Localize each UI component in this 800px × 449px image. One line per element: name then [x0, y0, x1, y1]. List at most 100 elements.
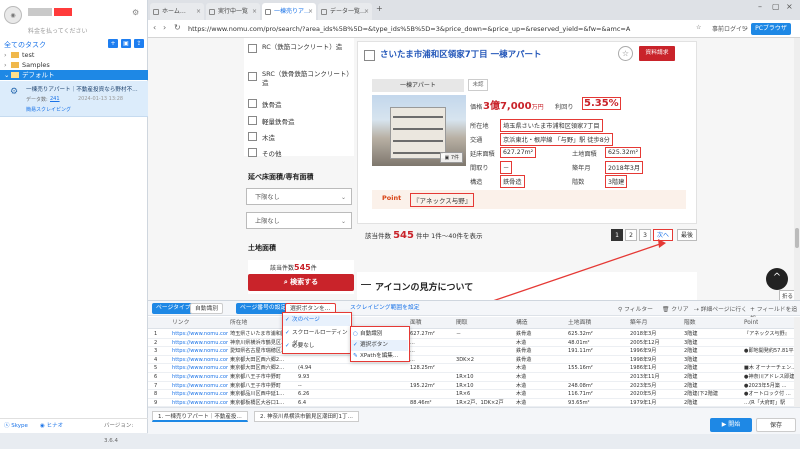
table-cell: 128.25m²: [410, 365, 435, 372]
row-link[interactable]: https://www.nomu.com/...: [172, 330, 228, 339]
row-link[interactable]: https://www.nomu.com/...: [172, 347, 228, 356]
col-header[interactable]: Point: [744, 317, 758, 329]
col-header[interactable]: 築年月: [630, 317, 647, 329]
table-cell: 鉄骨造: [516, 348, 532, 355]
table-cell: 9.93: [298, 374, 310, 380]
col-header[interactable]: リンク: [172, 317, 189, 329]
row-link[interactable]: https://www.nomu.com/...: [172, 373, 228, 382]
username-redacted-highlight: [54, 8, 72, 16]
table-scrollbar[interactable]: [794, 317, 800, 407]
guide-link[interactable]: ◉ ヒナオ: [40, 419, 63, 434]
close-window-icon[interactable]: ×: [786, 2, 793, 11]
tab-label: 実行中一覧: [218, 8, 249, 15]
auto-detect-select[interactable]: 自動識別: [190, 303, 224, 314]
option-label: 選択ボタン: [360, 342, 388, 348]
new-tab-button[interactable]: +: [376, 4, 383, 13]
app-logo-icon: ◉: [4, 6, 22, 24]
dropdown-option-next-page[interactable]: ✓ 次のページ: [283, 315, 350, 326]
pc-browser-button[interactable]: PCブラウザ: [751, 23, 791, 35]
submenu-edit-xpath[interactable]: ✎ XPathを編集…: [351, 351, 408, 362]
add-folder-icon[interactable]: +: [108, 39, 118, 48]
table-cell: ...: [410, 356, 415, 363]
save-button[interactable]: 保存: [756, 418, 796, 432]
minimize-icon[interactable]: –: [758, 2, 762, 11]
gear-icon[interactable]: ⚙: [132, 8, 139, 17]
tab-running[interactable]: 実行中一覧 ×: [206, 3, 260, 20]
bookmark-icon[interactable]: ☆: [696, 24, 701, 31]
task-item[interactable]: ⚙ 一棟売りアパート｜不動産投資なら野村不… データ数: 241 2024-01…: [0, 81, 148, 117]
import-icon[interactable]: ⇪: [134, 39, 144, 48]
url-field[interactable]: https://www.nomu.com/pro/search/?area_id…: [188, 23, 688, 35]
page-type-button[interactable]: ページタイプ: [152, 303, 195, 314]
scraping-range-link[interactable]: スクレイピング範囲を設定: [346, 303, 424, 314]
col-header[interactable]: 土地面積: [568, 317, 591, 329]
tab-favicon-icon: [321, 9, 327, 15]
data-count-link[interactable]: 241: [50, 96, 60, 102]
row-number: 2: [154, 339, 158, 346]
task-sidebar: ◉ 料金を払ってください ⚙ 全てのタスク + ▣ ⇪ › test › Sampl…: [0, 0, 148, 444]
close-icon[interactable]: ×: [252, 3, 257, 20]
tab-data-list[interactable]: データ一覧… ×: [318, 3, 372, 20]
table-cell: 1R×10: [456, 382, 474, 389]
col-header[interactable]: 所在地: [230, 317, 247, 329]
clear-button[interactable]: 🗑 クリア: [662, 304, 689, 313]
submenu-auto-detect[interactable]: ○ 自動識別: [351, 329, 408, 340]
skype-link[interactable]: ⓢ Skype: [4, 419, 28, 434]
back-icon[interactable]: ‹: [153, 23, 156, 32]
col-header[interactable]: 面積: [410, 317, 422, 329]
row-link[interactable]: https://www.nomu.com/...: [172, 382, 228, 391]
detail-page-button[interactable]: ⇢ 詳細ページに行く: [694, 304, 747, 313]
col-header[interactable]: 階数: [684, 317, 696, 329]
next-page-submenu: ○ 自動識別 ✓ 選択ボタン ✎ XPathを編集…: [350, 326, 410, 362]
row-link[interactable]: https://www.nomu.com/...: [172, 364, 228, 373]
table-row[interactable]: 3https://www.nomu.com/...愛知県名古屋市瑞穂区…...鉄…: [148, 347, 794, 356]
submenu-select-button[interactable]: ✓ 選択ボタン: [351, 340, 408, 351]
table-row[interactable]: 1https://www.nomu.com/...埼玉県さいたま市浦和区…627…: [148, 330, 794, 339]
table-cell: 東京都八王子市中野町: [230, 374, 281, 380]
start-button[interactable]: ▶ 開始: [710, 418, 752, 432]
col-header[interactable]: 構造: [516, 317, 528, 329]
table-cell: 木造: [516, 382, 527, 389]
table-row[interactable]: 6 https://www.nomu.com/...東京都八王子市中野町 9.93 1…: [148, 373, 794, 382]
page-tab-2[interactable]: 2. 神奈川県横浜市鶴見区潮田町1丁…: [254, 411, 359, 422]
close-icon[interactable]: ×: [364, 3, 369, 20]
table-row[interactable]: 2https://www.nomu.com/...神奈川県横浜市鶴見区…...木…: [148, 339, 794, 348]
table-cell: 2018年3月: [630, 331, 657, 337]
row-number: 8: [154, 391, 158, 398]
row-link[interactable]: https://www.nomu.com/...: [172, 339, 228, 348]
filter-button[interactable]: ⚲ フィルター: [618, 304, 653, 313]
dropdown-option-scroll[interactable]: ✓ スクロールローディング: [283, 328, 350, 347]
tab-label: 一棟売りア…: [274, 8, 311, 15]
page-tab-1[interactable]: 1. 一棟売りアパート｜不動産投…: [152, 411, 248, 422]
table-row[interactable]: 5 https://www.nomu.com/...東京都大田区西六郷2… (4.9…: [148, 364, 794, 373]
all-tasks-title: 全てのタスク: [4, 41, 46, 49]
tab-listing[interactable]: 一棟売りア… ×: [262, 3, 316, 20]
check-icon: ✓: [285, 317, 290, 323]
close-icon[interactable]: ×: [196, 3, 201, 20]
close-icon[interactable]: ×: [308, 3, 313, 20]
table-cell: ●オートロック付 …: [744, 391, 791, 398]
tab-home[interactable]: ホーム… ×: [150, 3, 204, 20]
folder-samples[interactable]: › Samples: [0, 60, 148, 70]
table-cell: 鉄骨造: [516, 356, 532, 363]
table-cell: --: [298, 382, 302, 389]
link-icon: ⇢: [694, 307, 701, 313]
folder-default[interactable]: ⌄ デフォルト: [0, 70, 148, 80]
simple-scraping-link[interactable]: 簡易スクレイピング: [26, 106, 71, 113]
folder-test[interactable]: › test: [0, 50, 148, 60]
col-header[interactable]: 間取: [456, 317, 468, 329]
row-link[interactable]: https://www.nomu.com/...: [172, 390, 228, 399]
reload-icon[interactable]: ↻: [174, 23, 181, 32]
maximize-icon[interactable]: ▢: [772, 2, 780, 11]
row-link[interactable]: https://www.nomu.com/...: [172, 356, 228, 365]
guide-label: ヒナオ: [46, 423, 64, 429]
forward-icon[interactable]: ›: [163, 23, 166, 32]
task-date: 2024-01-13 13:28: [78, 96, 124, 102]
table-row[interactable]: 7 https://www.nomu.com/...東京都八王子市中野町 -- 195…: [148, 382, 794, 391]
screen-icon[interactable]: ▭: [742, 24, 748, 31]
add-task-icon[interactable]: ▣: [121, 39, 131, 48]
dropdown-option-none[interactable]: ✓ 必要なし: [283, 341, 350, 352]
table-row[interactable]: 8 https://www.nomu.com/...東京都品川区西中延1… 6.26…: [148, 390, 794, 399]
browser-tab-bar: ホーム… × 実行中一覧 × 一棟売りア… × データ一覧… × + – ▢ ×: [148, 0, 800, 20]
table-row[interactable]: 4 https://www.nomu.com/...東京都大田区西六郷2…... 3…: [148, 356, 794, 365]
